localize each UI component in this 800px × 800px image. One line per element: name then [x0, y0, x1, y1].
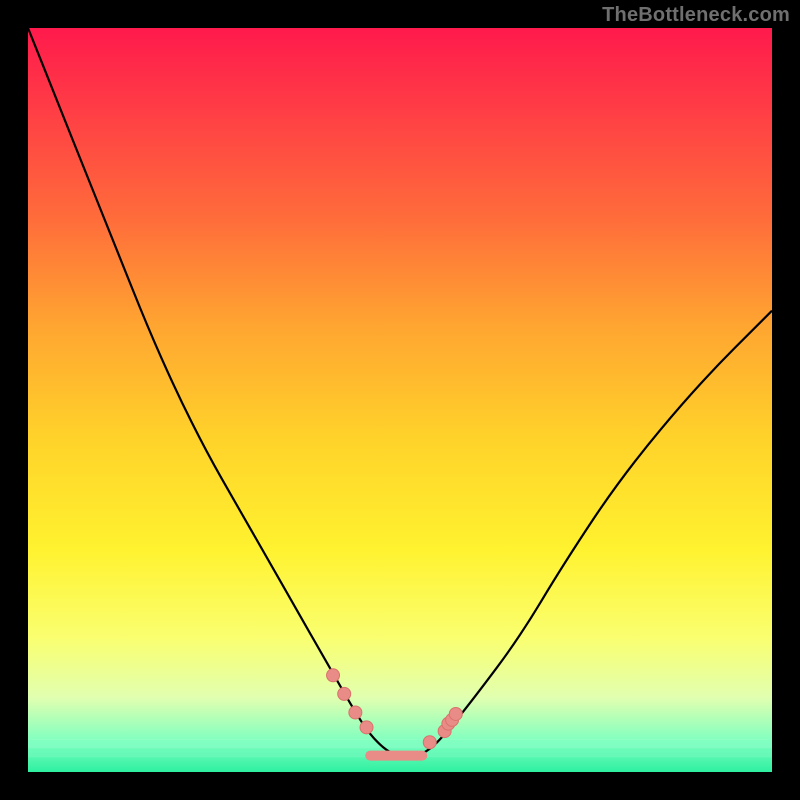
plot-area — [28, 28, 772, 772]
watermark-text: TheBottleneck.com — [602, 4, 790, 27]
chart-frame: TheBottleneck.com — [0, 0, 800, 800]
bottleneck-curve — [28, 28, 772, 772]
